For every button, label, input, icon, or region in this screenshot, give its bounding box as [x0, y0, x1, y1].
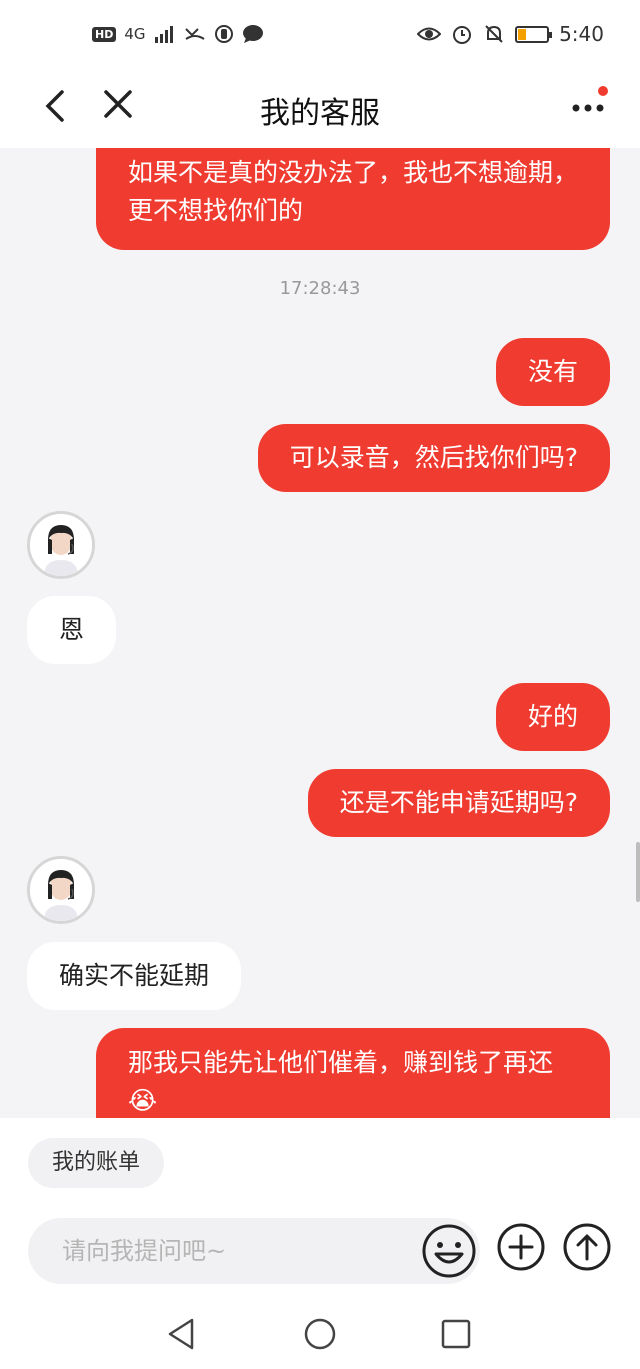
alarm-icon	[453, 26, 472, 44]
plus-icon	[497, 1223, 545, 1271]
message-input-box[interactable]	[28, 1218, 480, 1284]
message-bubble-outgoing: 如果不是真的没办法了，我也不想逾期，更不想找你们的	[96, 148, 610, 250]
message-bubble-outgoing: 没有	[495, 338, 610, 406]
square-recents-icon	[441, 1319, 471, 1349]
status-left: HD 4G	[92, 24, 264, 44]
message-timestamp: 17:28:43	[279, 278, 361, 299]
emoji-button[interactable]	[420, 1222, 478, 1280]
hand-icon	[214, 25, 233, 43]
circle-home-icon	[304, 1318, 336, 1350]
arrow-up-icon	[563, 1223, 611, 1271]
mute-bell-icon	[485, 25, 503, 43]
message-input[interactable]	[62, 1218, 402, 1284]
system-back-button[interactable]	[162, 1314, 202, 1354]
signal-label: 4G	[124, 25, 146, 43]
agent-avatar[interactable]	[27, 856, 95, 924]
more-button[interactable]	[566, 86, 610, 126]
eye-icon	[417, 27, 442, 41]
message-bubble-outgoing: 可以录音，然后找你们吗?	[257, 424, 610, 492]
system-recents-button[interactable]	[436, 1314, 476, 1354]
battery-icon	[515, 25, 553, 43]
message-bubble-incoming: 确实不能延期	[27, 942, 242, 1010]
triangle-back-icon	[168, 1318, 194, 1350]
hd-icon: HD	[92, 26, 117, 42]
missed-call-icon	[184, 28, 205, 40]
agent-avatar[interactable]	[27, 511, 95, 579]
message-bubble-outgoing: 还是不能申请延期吗?	[307, 769, 610, 837]
system-home-button[interactable]	[300, 1314, 340, 1354]
system-nav-bar	[0, 1298, 640, 1369]
add-button[interactable]	[496, 1222, 546, 1272]
message-icon	[242, 25, 263, 43]
agent-portrait-icon	[30, 859, 92, 921]
notification-dot	[598, 86, 608, 96]
nav-bar: 我的客服	[0, 72, 640, 148]
message-bubble-outgoing: 那我只能先让他们催着，赚到钱了再还😭	[96, 1028, 610, 1118]
message-bubble-incoming: 恩	[27, 596, 117, 664]
input-area	[0, 1198, 640, 1298]
shortcut-bar: 我的账单	[0, 1118, 640, 1198]
status-right: 5:40	[417, 22, 604, 46]
message-bubble-outgoing: 好的	[495, 683, 610, 751]
smiley-icon	[422, 1224, 476, 1278]
status-bar: HD 4G 5:40	[0, 0, 640, 72]
send-button[interactable]	[562, 1222, 612, 1272]
agent-portrait-icon	[30, 514, 92, 576]
clock-time: 5:40	[559, 22, 604, 46]
page-title: 我的客服	[260, 96, 380, 131]
chat-area[interactable]: 如果不是真的没办法了，我也不想逾期，更不想找你们的 17:28:43 没有 可以…	[0, 148, 640, 1118]
signal-bars-icon	[154, 26, 173, 43]
my-bill-chip[interactable]: 我的账单	[28, 1138, 165, 1188]
scroll-indicator[interactable]	[636, 842, 640, 902]
